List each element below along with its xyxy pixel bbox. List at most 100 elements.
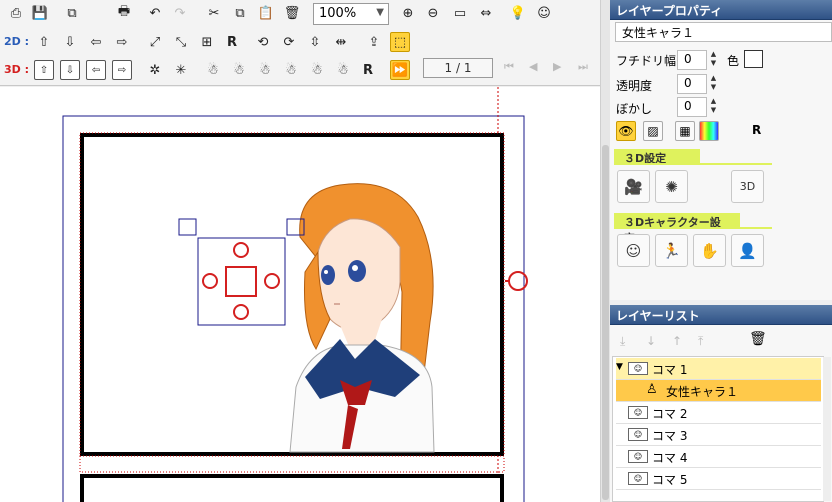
character-layer-icon: ♙ bbox=[646, 382, 658, 397]
manga-canvas[interactable] bbox=[0, 87, 600, 502]
cut-icon[interactable]: ✂ bbox=[204, 3, 224, 23]
copy-icon[interactable]: ⧉ bbox=[230, 3, 250, 23]
fit-icon[interactable]: ⊞ bbox=[197, 32, 217, 52]
delete-layer-icon[interactable]: 🗑 bbox=[749, 331, 767, 347]
move-left-icon[interactable]: ⇦ bbox=[86, 32, 106, 52]
layer-row-character[interactable]: ♙ 女性キャラ１ bbox=[616, 380, 821, 402]
layer-label: コマ 3 bbox=[652, 429, 688, 443]
save-icon[interactable]: 💾 bbox=[30, 3, 50, 23]
redo-icon[interactable]: ↷ bbox=[170, 3, 190, 23]
pose-2-icon[interactable]: ☃ bbox=[229, 60, 249, 80]
blur-spinner[interactable]: ▲ ▼ bbox=[708, 97, 719, 117]
prev-page-icon[interactable]: ◀ bbox=[529, 60, 537, 73]
move-down-icon[interactable]: ⇩ bbox=[60, 32, 80, 52]
3d-view-icon[interactable]: 3D bbox=[731, 170, 764, 203]
flip-vertical-icon[interactable]: ⇳ bbox=[305, 32, 325, 52]
layer-list-scrollbar[interactable] bbox=[823, 357, 831, 501]
fast-forward-icon[interactable]: ⏩ bbox=[390, 60, 410, 80]
reset-3d-label: R bbox=[362, 62, 373, 78]
expand-arrow-icon[interactable]: ▼ bbox=[616, 362, 623, 372]
zoom-in-icon[interactable]: ⊕ bbox=[398, 3, 418, 23]
face-settings-icon[interactable]: ☺ bbox=[617, 234, 650, 267]
fit-page-icon[interactable]: ▭ bbox=[450, 3, 470, 23]
canvas-scrollbar[interactable] bbox=[600, 0, 610, 502]
section-3dchar-underline bbox=[614, 227, 772, 229]
last-page-icon[interactable]: ⏭ bbox=[578, 60, 588, 74]
section-3d-underline bbox=[614, 163, 772, 165]
layer-up-one-icon[interactable]: ↑ bbox=[672, 334, 682, 348]
opacity-spinner[interactable]: ▲ ▼ bbox=[708, 74, 719, 94]
canvas-drawing bbox=[62, 87, 528, 502]
rotate-right-icon[interactable]: ⟳ bbox=[279, 32, 299, 52]
visibility-eye-icon[interactable]: 👁 bbox=[616, 121, 636, 141]
camera-settings-icon[interactable]: 🎥 bbox=[617, 170, 650, 203]
panel-thumbnail-icon: ☺ bbox=[628, 428, 648, 441]
reset-3d-button[interactable]: R bbox=[358, 60, 378, 80]
character-icon[interactable]: ☺ bbox=[534, 3, 554, 23]
blur-input[interactable]: 0 bbox=[677, 97, 707, 117]
pose-settings-icon[interactable]: 🏃 bbox=[655, 234, 688, 267]
layer-name-input[interactable]: 女性キャラ１ bbox=[615, 22, 832, 42]
opacity-input[interactable]: 0 bbox=[677, 74, 707, 94]
export-icon[interactable]: ⧉ bbox=[62, 3, 82, 23]
character-figure[interactable] bbox=[289, 183, 435, 453]
panel-thumbnail-icon: ☺ bbox=[628, 450, 648, 463]
pose-4-icon[interactable]: ☃ bbox=[281, 60, 301, 80]
pose-3-icon[interactable]: ☃ bbox=[255, 60, 275, 80]
layer-front-icon[interactable]: ⇪ bbox=[364, 32, 384, 52]
panel-2-frame[interactable] bbox=[80, 474, 504, 502]
fit-width-icon[interactable]: ⇔ bbox=[476, 3, 496, 23]
move3d-left-icon[interactable]: ⇦ bbox=[86, 60, 106, 80]
move3d-down-icon[interactable]: ⇩ bbox=[60, 60, 80, 80]
panel-1-frame[interactable] bbox=[80, 133, 504, 456]
layer-row-koma1[interactable]: ▼ ☺ コマ 1 bbox=[616, 358, 821, 380]
image-icon[interactable]: ▨ bbox=[643, 121, 663, 141]
zoom-select[interactable]: 100% ▼ bbox=[313, 3, 389, 25]
layer-down-one-icon[interactable]: ↓ bbox=[646, 334, 656, 348]
color-swatch[interactable] bbox=[744, 50, 763, 68]
layer-lock-icon[interactable]: ⬚ bbox=[390, 32, 410, 52]
color-gradient-icon[interactable] bbox=[699, 121, 719, 141]
scale-down-icon[interactable]: ⤡ bbox=[171, 32, 191, 52]
next-page-icon[interactable]: ▶ bbox=[553, 60, 561, 73]
layer-up-icon[interactable]: ⤒ bbox=[698, 334, 703, 349]
move-up-icon[interactable]: ⇧ bbox=[34, 32, 54, 52]
layer-row-koma2[interactable]: ☺ コマ 2 bbox=[616, 402, 821, 424]
pose-5-icon[interactable]: ☃ bbox=[307, 60, 327, 80]
hands-settings-icon[interactable]: ✋ bbox=[693, 234, 726, 267]
move3d-up-icon[interactable]: ⇧ bbox=[34, 60, 54, 80]
pose-6-icon[interactable]: ☃ bbox=[333, 60, 353, 80]
layer-row-koma4[interactable]: ☺ コマ 4 bbox=[616, 446, 821, 468]
pose-1-icon[interactable]: ☃ bbox=[203, 60, 223, 80]
paste-icon[interactable]: 📋 bbox=[256, 3, 276, 23]
undo-icon[interactable]: ↶ bbox=[145, 3, 165, 23]
print-preview-icon[interactable]: ⎙ bbox=[6, 3, 26, 23]
zoom-out-icon[interactable]: ⊖ bbox=[423, 3, 443, 23]
move-right-icon[interactable]: ⇨ bbox=[112, 32, 132, 52]
delete-icon[interactable]: 🗑 bbox=[282, 3, 302, 23]
scrollbar-thumb[interactable] bbox=[602, 145, 609, 500]
zoom3d-in-icon[interactable]: ✲ bbox=[145, 60, 165, 80]
layer-list-header: レイヤーリスト bbox=[610, 305, 832, 325]
transparency-icon[interactable]: ▦ bbox=[675, 121, 695, 141]
light-icon[interactable]: 💡 bbox=[508, 3, 528, 23]
outline-width-input[interactable]: 0 bbox=[677, 50, 707, 70]
reset-props-button[interactable]: R bbox=[752, 123, 761, 137]
layer-down-icon[interactable]: ⤓ bbox=[620, 334, 625, 349]
layer-row-koma5[interactable]: ☺ コマ 5 bbox=[616, 468, 821, 490]
zoom3d-out-icon[interactable]: ✳ bbox=[171, 60, 191, 80]
print-icon[interactable]: 🖶 bbox=[114, 3, 134, 23]
reset-button[interactable]: R bbox=[222, 32, 242, 52]
first-page-icon[interactable]: ⏮ bbox=[504, 60, 514, 74]
outline-spinner[interactable]: ▲ ▼ bbox=[708, 50, 719, 70]
scale-up-icon[interactable]: ⤢ bbox=[145, 32, 165, 52]
layer-row-koma3[interactable]: ☺ コマ 3 bbox=[616, 424, 821, 446]
flip-horizontal-icon[interactable]: ⇹ bbox=[331, 32, 351, 52]
lighting-icon[interactable]: ✺ bbox=[655, 170, 688, 203]
main-toolbar: ⎙ 💾 ⧉ 🖶 ↶ ↷ ✂ ⧉ 📋 🗑 100% ▼ ⊕ ⊖ ▭ ⇔ 💡 ☺ 2D… bbox=[0, 0, 600, 86]
character-settings-icon[interactable]: 👤 bbox=[731, 234, 764, 267]
toolbar-row-2d: 2D : ⇧ ⇩ ⇦ ⇨ ⤢ ⤡ ⊞ R ⟲ ⟳ ⇳ ⇹ ⇪ ⬚ bbox=[0, 29, 600, 55]
rotate-left-icon[interactable]: ⟲ bbox=[253, 32, 273, 52]
layer-label: 女性キャラ１ bbox=[666, 385, 739, 399]
move3d-right-icon[interactable]: ⇨ bbox=[112, 60, 132, 80]
